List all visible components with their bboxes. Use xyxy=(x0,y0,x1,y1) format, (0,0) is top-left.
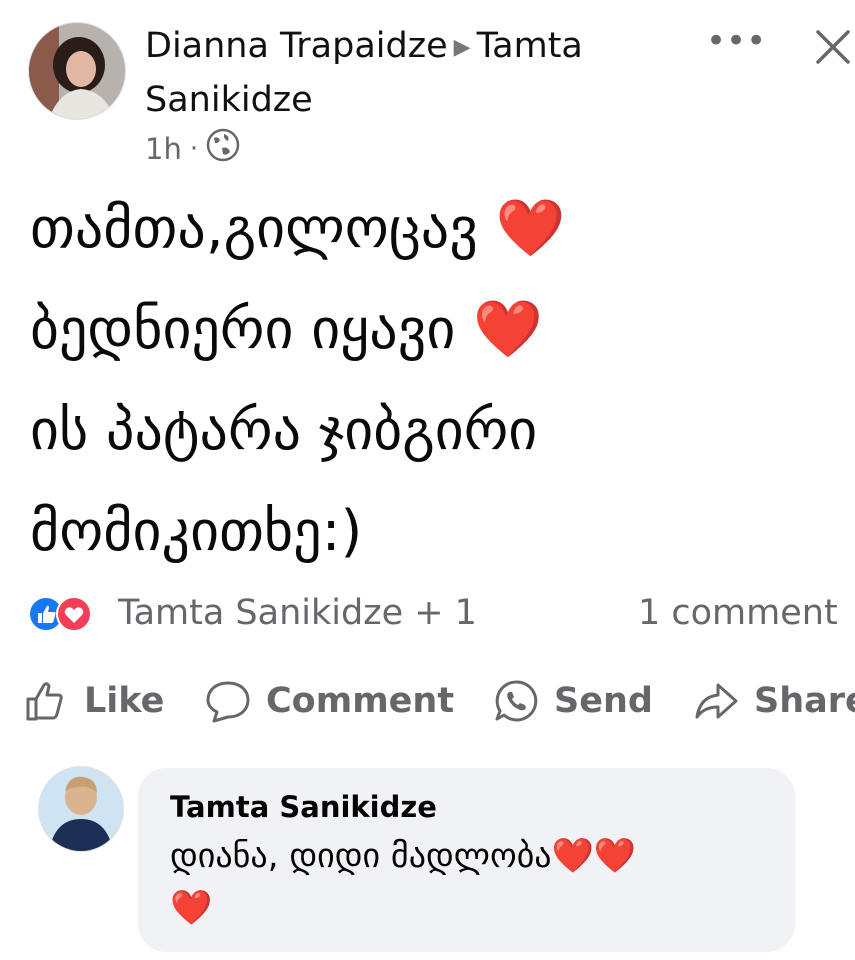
send-label: Send xyxy=(554,681,653,721)
post-timestamp[interactable]: 1h xyxy=(145,132,182,166)
globe-icon xyxy=(206,128,240,169)
more-options-icon[interactable]: ••• xyxy=(706,24,766,64)
post-line-1: თამთა,გილოცავ xyxy=(30,196,478,261)
commenter-avatar[interactable] xyxy=(38,766,124,852)
share-label: Share xyxy=(754,681,855,721)
reaction-names[interactable]: Tamta Sanikidze + 1 xyxy=(118,590,477,636)
author-avatar[interactable] xyxy=(28,22,126,120)
separator-dot: · xyxy=(189,133,199,164)
comment-text: დიანა, დიდი მადლობა❤️❤️ ❤️ xyxy=(170,830,780,934)
comment-button[interactable]: Comment xyxy=(204,676,454,726)
author-name-link[interactable]: Dianna Trapaidze xyxy=(145,26,448,66)
share-button[interactable]: Share xyxy=(692,676,855,726)
heart-emoji: ❤️ xyxy=(495,196,566,261)
reaction-icons[interactable] xyxy=(28,594,108,634)
like-label: Like xyxy=(84,681,165,721)
comment-author[interactable]: Tamta Sanikidze xyxy=(170,790,437,824)
send-button[interactable]: Send xyxy=(492,676,653,726)
post-line-2: ბედნიერი იყავი xyxy=(30,297,456,362)
post-header-title: Dianna Trapaidze ▶ Tamta Sanikidze xyxy=(145,20,725,127)
heart-emoji: ❤️❤️ xyxy=(551,836,637,876)
post-body: თამთა,გილოცავ ❤️ ბედნიერი იყავი ❤️ ის პა… xyxy=(30,178,830,582)
post-line-3: ის პატარა ჯიბგირი xyxy=(30,398,538,463)
comment-text-body: დიანა, დიდი მადლობა xyxy=(170,836,552,876)
arrow-right-icon: ▶ xyxy=(453,34,471,60)
heart-emoji: ❤️ xyxy=(473,297,543,362)
comment-label: Comment xyxy=(266,681,455,721)
comment-count[interactable]: 1 comment xyxy=(638,590,838,636)
like-button[interactable]: Like xyxy=(22,676,164,726)
comment-bubble-icon xyxy=(206,681,250,723)
thumbs-up-icon xyxy=(26,682,63,721)
whatsapp-icon xyxy=(495,680,538,722)
post-meta: 1h · xyxy=(145,128,240,169)
close-icon[interactable] xyxy=(812,26,854,68)
share-arrow-icon xyxy=(695,683,738,719)
love-icon xyxy=(56,596,92,632)
post-line-4: მომიკითხე:) xyxy=(30,499,363,564)
heart-emoji: ❤️ xyxy=(170,888,213,928)
